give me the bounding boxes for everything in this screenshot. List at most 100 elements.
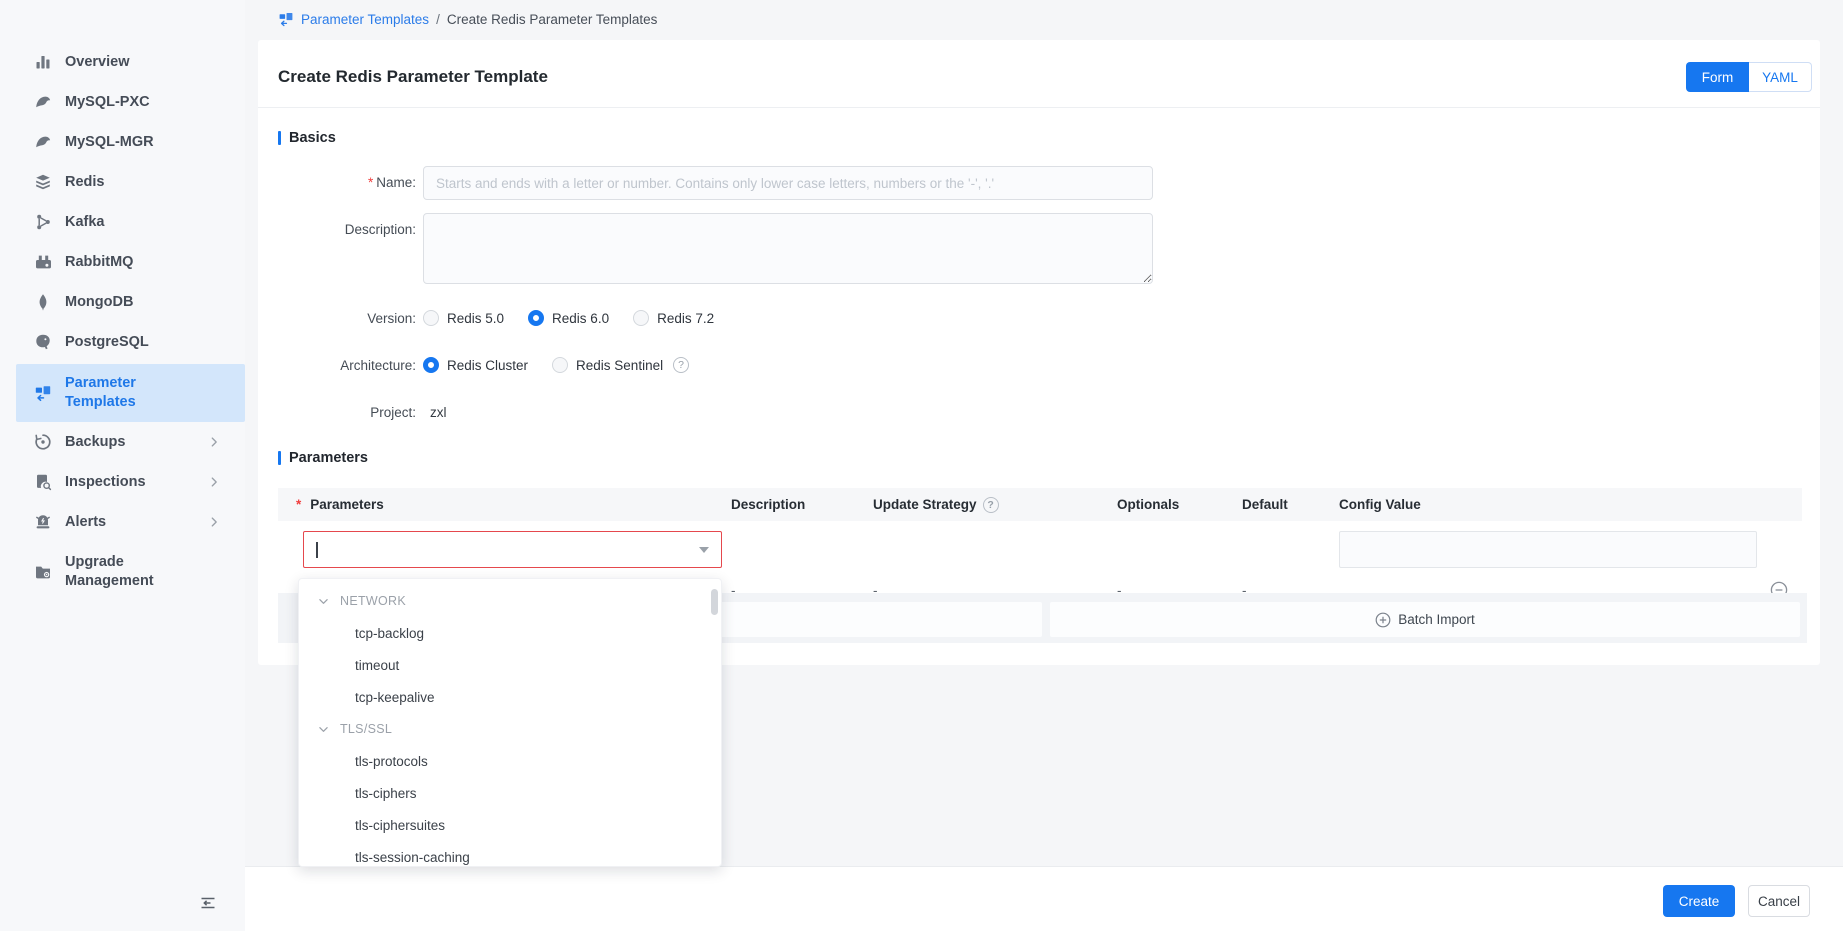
sidebar-item-redis[interactable]: Redis — [0, 162, 245, 202]
dropdown-option[interactable]: tcp-backlog — [299, 617, 721, 649]
description-textarea[interactable] — [423, 213, 1153, 284]
toggle-form-button[interactable]: Form — [1686, 62, 1749, 92]
basics-section-heading: Basics — [278, 130, 336, 146]
sidebar-item-label: MySQL-PXC — [65, 93, 150, 112]
sidebar-collapse-icon[interactable] — [198, 893, 218, 913]
project-value: zxl — [430, 405, 447, 420]
parameter-templates-icon — [34, 384, 52, 402]
sidebar-item-rabbitmq[interactable]: RabbitMQ — [0, 242, 245, 282]
column-update-strategy: Update Strategy — [873, 488, 999, 521]
sidebar-item-label: RabbitMQ — [65, 253, 133, 272]
sidebar-item-label: PostgreSQL — [65, 333, 149, 352]
sidebar-item-backups[interactable]: Backups — [0, 422, 245, 462]
radio-unchecked-icon[interactable] — [633, 310, 649, 326]
sidebar-item-overview[interactable]: Overview — [0, 42, 245, 82]
sidebar-item-label: Redis — [65, 173, 105, 192]
breadcrumb-separator: / — [436, 12, 440, 27]
question-circle-icon[interactable] — [983, 497, 999, 513]
architecture-radio-group: Redis Cluster Redis Sentinel — [423, 357, 689, 373]
sidebar-item-inspections[interactable]: Inspections — [0, 462, 245, 502]
sidebar-item-label: Alerts — [65, 513, 106, 532]
inspection-icon — [34, 473, 52, 491]
sidebar-item-postgresql[interactable]: PostgreSQL — [0, 322, 245, 362]
kafka-icon — [34, 213, 52, 231]
backup-icon — [34, 433, 52, 451]
dropdown-option[interactable]: tls-session-caching — [299, 841, 721, 867]
toggle-yaml-button[interactable]: YAML — [1749, 62, 1812, 92]
app-screen: Overview MySQL-PXC MySQL-MGR Redis Kafka — [0, 0, 1843, 931]
name-input[interactable] — [423, 166, 1153, 200]
parameter-select[interactable] — [303, 531, 722, 568]
required-mark: * — [368, 175, 373, 190]
sidebar-item-upgrade-management[interactable]: Upgrade Management — [0, 544, 245, 600]
section-accent-bar — [278, 451, 281, 465]
question-circle-icon[interactable] — [673, 357, 689, 373]
caret-down-icon — [699, 547, 709, 553]
chevron-right-icon — [207, 435, 221, 449]
plus-circle-icon — [1375, 612, 1391, 628]
footer-bar: Create Cancel — [245, 866, 1843, 931]
sidebar-item-mysql-mgr[interactable]: MySQL-MGR — [0, 122, 245, 162]
version-option-redis72[interactable]: Redis 7.2 — [633, 310, 714, 326]
rabbitmq-icon — [34, 253, 52, 271]
radio-unchecked-icon[interactable] — [423, 310, 439, 326]
radio-checked-icon[interactable] — [528, 310, 544, 326]
parameters-section-heading: Parameters — [278, 450, 368, 466]
mongodb-icon — [34, 293, 52, 311]
sidebar-item-label: MySQL-MGR — [65, 133, 154, 152]
text-cursor — [316, 542, 318, 558]
radio-checked-icon[interactable] — [423, 357, 439, 373]
version-label: Version: — [278, 311, 416, 326]
dropdown-group-tls-ssl[interactable]: TLS/SSL — [299, 713, 721, 745]
dropdown-group-network[interactable]: NETWORK — [299, 585, 721, 617]
sidebar-item-kafka[interactable]: Kafka — [0, 202, 245, 242]
breadcrumb-root-link[interactable]: Parameter Templates — [301, 12, 429, 27]
dropdown-option[interactable]: tls-protocols — [299, 745, 721, 777]
page-title: Create Redis Parameter Template — [278, 67, 548, 87]
version-option-redis50[interactable]: Redis 5.0 — [423, 310, 504, 326]
architecture-option-cluster[interactable]: Redis Cluster — [423, 357, 528, 373]
create-button[interactable]: Create — [1663, 885, 1735, 917]
batch-import-button[interactable]: Batch Import — [1050, 602, 1800, 637]
parameter-templates-icon — [278, 11, 294, 27]
description-label: Description: — [278, 222, 416, 237]
redis-icon — [34, 173, 52, 191]
bar-chart-icon — [34, 53, 52, 71]
sidebar-item-alerts[interactable]: Alerts — [0, 502, 245, 542]
sidebar-item-mysql-pxc[interactable]: MySQL-PXC — [0, 82, 245, 122]
sidebar-item-label: Kafka — [65, 213, 105, 232]
project-label: Project: — [278, 405, 416, 420]
sidebar-item-mongodb[interactable]: MongoDB — [0, 282, 245, 322]
parameter-dropdown: NETWORK tcp-backlog timeout tcp-keepaliv… — [298, 578, 722, 867]
dropdown-option[interactable]: timeout — [299, 649, 721, 681]
sidebar: Overview MySQL-PXC MySQL-MGR Redis Kafka — [0, 0, 245, 931]
alarm-icon — [34, 513, 52, 531]
breadcrumb-current: Create Redis Parameter Templates — [447, 12, 658, 27]
section-accent-bar — [278, 131, 281, 145]
view-toggle: Form YAML — [1686, 62, 1812, 92]
column-description: Description — [731, 488, 805, 521]
dropdown-scrollbar-thumb[interactable] — [711, 589, 718, 615]
name-label: *Name: — [278, 175, 416, 190]
chevron-down-icon — [317, 723, 330, 736]
column-config-value: Config Value — [1339, 488, 1421, 521]
dropdown-option[interactable]: tls-ciphersuites — [299, 809, 721, 841]
mysql-icon — [34, 133, 52, 151]
radio-unchecked-icon[interactable] — [552, 357, 568, 373]
cancel-button[interactable]: Cancel — [1748, 885, 1810, 917]
header-divider — [258, 107, 1820, 108]
sidebar-item-label: Inspections — [65, 473, 146, 492]
architecture-option-sentinel[interactable]: Redis Sentinel — [552, 357, 663, 373]
chevron-right-icon — [207, 515, 221, 529]
dropdown-option[interactable]: tcp-keepalive — [299, 681, 721, 713]
upgrade-folder-icon — [34, 563, 52, 581]
sidebar-item-label: Upgrade Management — [65, 553, 197, 591]
sidebar-item-parameter-templates[interactable]: Parameter Templates — [16, 364, 245, 422]
version-option-redis60[interactable]: Redis 6.0 — [528, 310, 609, 326]
chevron-down-icon — [317, 595, 330, 608]
dropdown-option[interactable]: tls-ciphers — [299, 777, 721, 809]
mysql-icon — [34, 93, 52, 111]
config-value-input[interactable] — [1339, 531, 1757, 568]
architecture-label: Architecture: — [278, 358, 416, 373]
breadcrumb: Parameter Templates / Create Redis Param… — [278, 11, 657, 27]
